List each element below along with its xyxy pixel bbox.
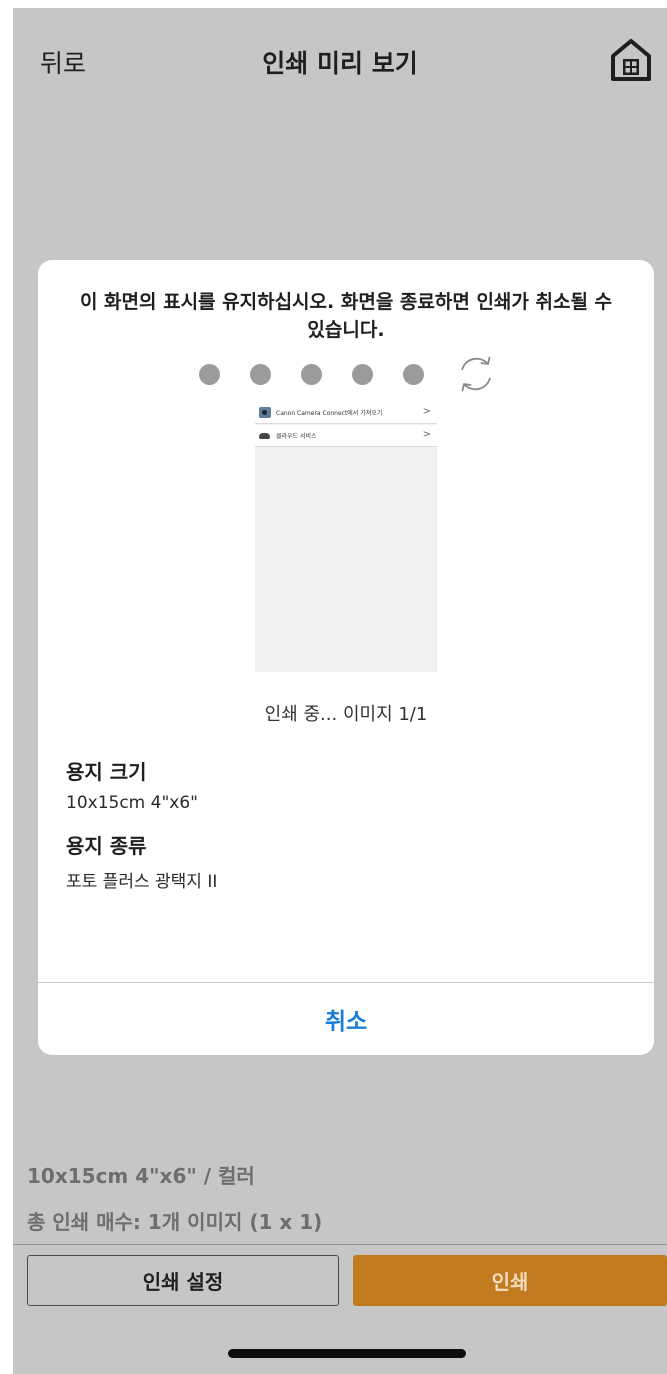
cloud-icon	[259, 432, 270, 439]
paper-size-label: 용지 크기	[66, 760, 147, 784]
progress-dot	[301, 363, 322, 385]
progress-dot	[403, 363, 424, 385]
print-summary-text: 10x15cm 4"x6" / 컬러	[27, 1164, 255, 1188]
footer-divider	[13, 1244, 667, 1245]
chevron-right-icon: >	[422, 429, 431, 440]
keep-screen-message: 이 화면의 표시를 유지하십시오. 화면을 종료하면 인쇄가 취소될 수 있습니…	[79, 291, 613, 341]
home-indicator	[228, 1349, 466, 1358]
preview-row-cloud: 클라우드 서비스 >	[255, 425, 437, 447]
refresh-icon	[461, 356, 491, 392]
print-preview-screen: 뒤로 인쇄 미리 보기 10x15cm 4"x6" / 컬러 총 인쇄 매수: …	[13, 8, 667, 1374]
paper-type-label: 용지 종류	[66, 834, 147, 858]
print-button[interactable]: 인쇄	[353, 1255, 667, 1306]
printing-status: 인쇄 중... 이미지 1/1	[264, 704, 428, 725]
home-icon	[611, 39, 651, 81]
progress-dot	[250, 363, 271, 385]
progress-indicator	[199, 352, 498, 396]
total-prints-text: 총 인쇄 매수: 1개 이미지 (1 x 1)	[27, 1210, 323, 1234]
paper-size-value: 10x15cm 4"x6"	[66, 793, 198, 813]
preview-row-camera-connect: Canon Camera Connect에서 가져오기 >	[255, 402, 437, 424]
camera-icon	[259, 407, 271, 418]
print-settings-button[interactable]: 인쇄 설정	[27, 1255, 339, 1306]
home-button[interactable]	[609, 38, 653, 82]
printing-dialog: 이 화면의 표시를 유지하십시오. 화면을 종료하면 인쇄가 취소될 수 있습니…	[38, 260, 654, 1055]
chevron-right-icon: >	[422, 406, 431, 417]
page-title: 인쇄 미리 보기	[262, 49, 418, 78]
print-preview-image: Canon Camera Connect에서 가져오기 > 클라우드 서비스 >	[255, 402, 437, 672]
preview-row-label: Canon Camera Connect에서 가져오기	[276, 410, 383, 417]
paper-type-value: 포토 플러스 광택지 II	[66, 872, 218, 892]
preview-row-label: 클라우드 서비스	[276, 433, 317, 440]
progress-dot	[352, 363, 373, 385]
progress-dot	[199, 363, 220, 385]
cancel-button[interactable]: 취소	[38, 983, 654, 1055]
